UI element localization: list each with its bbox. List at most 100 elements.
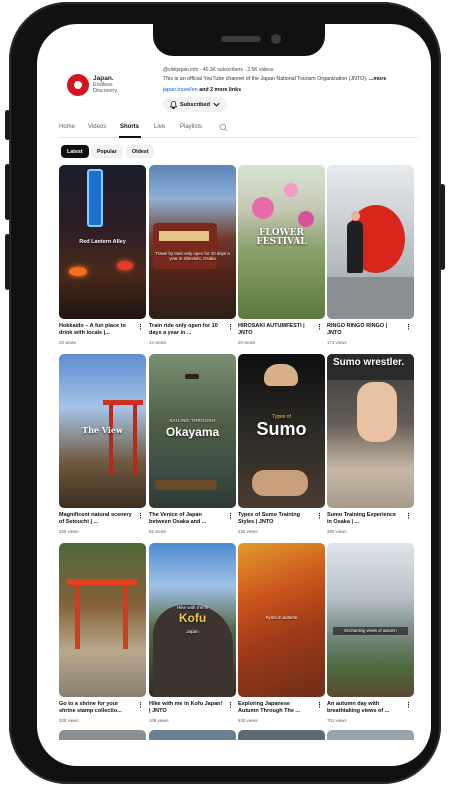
channel-links: japan.travel/en and 2 more links — [163, 87, 241, 93]
channel-description[interactable]: This is an official YouTube channel of t… — [163, 76, 386, 82]
description-text: This is an official YouTube channel of t… — [163, 76, 368, 82]
short-views: 13 views — [149, 340, 167, 345]
torii-pillar — [75, 585, 80, 649]
short-thumbnail-partial[interactable] — [59, 730, 146, 740]
short-title[interactable]: Magnificent natural scenery of Setouchi … — [59, 512, 133, 526]
phone-screen: Japan. Endless Discovery. @visitjapan.in… — [37, 24, 431, 766]
short-overlay-small: Enchanting views of autumn — [344, 628, 397, 633]
short-thumbnail[interactable]: Hike with me in Kofu Japan — [149, 543, 236, 697]
japan-logo-icon — [67, 74, 89, 96]
short-thumbnail[interactable]: FLOWER FESTIVAL — [238, 165, 325, 319]
train-car — [153, 223, 217, 269]
more-vert-icon[interactable]: ⋮ — [137, 324, 144, 331]
short-thumbnail[interactable]: Travel by train only open for 10 days a … — [149, 165, 236, 319]
sumo-wrestler — [264, 364, 298, 386]
short-thumbnail[interactable]: Enchanting views of autumn — [327, 543, 414, 697]
short-overlay-text: Red Lantern Alley — [79, 239, 126, 245]
subscribed-button[interactable]: Subscribed — [163, 97, 227, 112]
boat — [155, 480, 217, 490]
more-vert-icon[interactable]: ⋮ — [405, 324, 412, 331]
flower-ornament — [252, 197, 274, 219]
subscribed-label: Subscribed — [180, 101, 210, 108]
short-thumbnail[interactable] — [59, 543, 146, 697]
chip-popular[interactable]: Popular — [91, 145, 123, 158]
short-title[interactable]: The Venice of Japan between Osaka and ..… — [149, 512, 223, 526]
short-overlay-text: Kofu — [178, 611, 207, 625]
short-thumbnail[interactable]: The View — [59, 354, 146, 508]
person-head — [351, 211, 360, 221]
more-vert-icon[interactable]: ⋮ — [316, 702, 323, 709]
chip-oldest[interactable]: Oldest — [126, 145, 155, 158]
short-title[interactable]: RINGO RINGO RINGO | JNTO — [327, 323, 401, 337]
short-views: 20 views — [238, 340, 256, 345]
short-thumbnail[interactable]: Red Lantern Alley — [59, 165, 146, 319]
short-thumbnail-partial[interactable] — [327, 730, 414, 740]
more-links[interactable]: and 2 more links — [199, 87, 241, 93]
more-vert-icon[interactable]: ⋮ — [316, 324, 323, 331]
more-vert-icon[interactable]: ⋮ — [137, 513, 144, 520]
short-title[interactable]: Sumo Training Experience in Osaka | ... — [327, 512, 401, 526]
short-views: 325 views — [59, 718, 79, 723]
torii-pillar — [109, 405, 113, 475]
short-views: 20 views — [59, 340, 77, 345]
more-vert-icon[interactable]: ⋮ — [316, 513, 323, 520]
tab-live[interactable]: Live — [154, 124, 165, 130]
more-vert-icon[interactable]: ⋮ — [227, 324, 234, 331]
boat — [185, 374, 199, 379]
lantern — [69, 267, 87, 276]
bell-icon — [170, 100, 177, 109]
tab-videos[interactable]: Videos — [88, 124, 106, 130]
short-overlay-text: Sumo — [256, 419, 307, 439]
short-title[interactable]: An autumn day with breathtaking views of… — [327, 701, 401, 715]
lantern — [117, 261, 133, 270]
chip-latest[interactable]: Latest — [61, 145, 89, 158]
tab-playlists[interactable]: Playlists — [180, 124, 202, 130]
short-views: 225 views — [238, 529, 258, 534]
more-vert-icon[interactable]: ⋮ — [405, 513, 412, 520]
short-thumbnail-partial[interactable] — [238, 730, 325, 740]
torii-pillar — [123, 585, 128, 649]
floor — [327, 277, 414, 319]
description-more-link[interactable]: ...more — [369, 76, 386, 82]
short-thumbnail[interactable]: Kyoto in autumn — [238, 543, 325, 697]
channel-tabs: Home Videos Shorts Live Playlists — [59, 120, 419, 138]
short-thumbnail-partial[interactable] — [149, 730, 236, 740]
logo-line-3: Discovery. — [93, 88, 119, 94]
tab-home[interactable]: Home — [59, 124, 75, 130]
tab-shorts[interactable]: Shorts — [120, 124, 139, 130]
short-views: 360 views — [327, 529, 347, 534]
train-windows — [159, 231, 209, 241]
short-thumbnail[interactable]: Types of Sumo — [238, 354, 325, 508]
short-overlay-small: Hike with me in — [176, 605, 209, 610]
short-overlay-text: The View — [82, 425, 123, 435]
more-vert-icon[interactable]: ⋮ — [227, 702, 234, 709]
short-title[interactable]: Go to a shrine for your shrine stamp col… — [59, 701, 133, 715]
sumo-wrestler — [357, 382, 397, 442]
active-tab-indicator — [119, 136, 141, 138]
channel-logo[interactable]: Japan. Endless Discovery. — [67, 66, 131, 104]
short-title[interactable]: Hokkaido – A fun place to drink with loc… — [59, 323, 133, 337]
short-overlay-small: Kyoto in autumn — [265, 615, 298, 620]
short-title[interactable]: Types of Sumo Training Styles | JNTO — [238, 512, 312, 526]
short-title[interactable]: Hike with me in Kofu Japan! | JNTO — [149, 701, 223, 715]
short-overlay-sub: Japan — [186, 629, 199, 634]
search-icon[interactable] — [219, 123, 228, 132]
more-vert-icon[interactable]: ⋮ — [405, 702, 412, 709]
short-thumbnail[interactable]: SAILING THROUGH Okayama — [149, 354, 236, 508]
short-thumbnail[interactable]: Sumo wrestler. — [327, 354, 414, 508]
short-views: 325 views — [59, 529, 79, 534]
channel-link-url[interactable]: japan.travel/en — [163, 87, 198, 93]
more-vert-icon[interactable]: ⋮ — [227, 513, 234, 520]
power-button — [440, 184, 445, 270]
short-title[interactable]: Exploring Japanese Autumn Through The ..… — [238, 701, 312, 715]
short-views: 92 views — [149, 529, 167, 534]
speaker — [221, 36, 261, 42]
channel-header: Japan. Endless Discovery. @visitjapan.in… — [67, 60, 417, 155]
person — [347, 221, 363, 273]
short-title[interactable]: Train ride only open for 10 days a year … — [149, 323, 223, 337]
neon-sign — [87, 169, 103, 227]
channel-handle: @visitjapan.info · 40.3K subscribers · 3… — [163, 67, 274, 73]
short-thumbnail[interactable] — [327, 165, 414, 319]
more-vert-icon[interactable]: ⋮ — [137, 702, 144, 709]
short-title[interactable]: HIROSAKI AUTUMFESTI | JNTO — [238, 323, 312, 337]
